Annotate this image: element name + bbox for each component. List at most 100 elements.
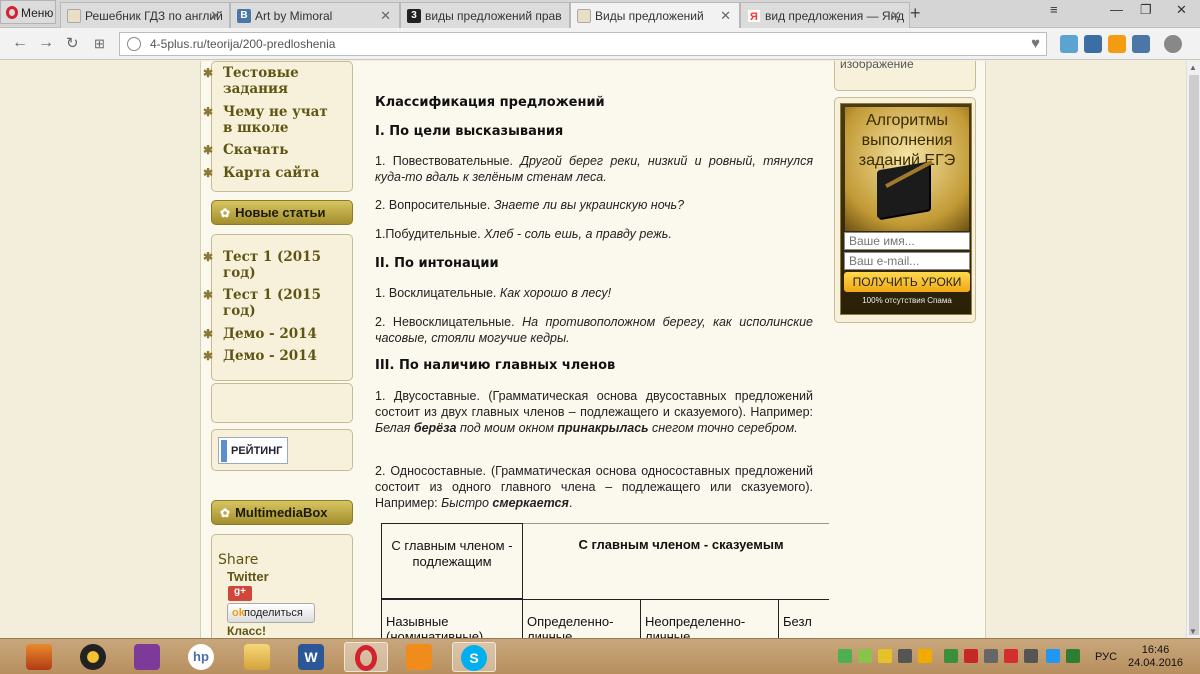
tab-art-by-mimoral[interactable]: B Art by Mimoral ✕ — [230, 2, 400, 28]
skype-icon[interactable]: S — [452, 642, 496, 672]
example: Хлеб - соль ешь, а правду режь. — [484, 227, 672, 241]
site-favicon-icon: 3 — [407, 9, 421, 23]
section-heading: III. По наличию главных членов — [375, 358, 616, 373]
item-label: 1.Побудительные. — [375, 227, 481, 241]
table-cell: Определенно-личные — [523, 599, 641, 638]
file-explorer-icon[interactable] — [236, 642, 280, 672]
share-button-label: поделиться — [244, 607, 303, 619]
odnoklassniki-icon: ok — [232, 607, 245, 619]
url-field[interactable]: 4-5plus.ru/teorija/200-predloshenia ♥ — [119, 32, 1047, 56]
back-icon[interactable]: ← — [12, 34, 28, 52]
paragraph: 2. Односоставные. (Грамматическая основа… — [375, 463, 813, 511]
scroll-down-icon[interactable]: ▼ — [1189, 627, 1197, 636]
odnoklassniki-extension-icon[interactable] — [1108, 35, 1126, 53]
sidebar-item-tests[interactable]: Тестовые задания — [203, 65, 313, 97]
lock-tray-icon[interactable] — [878, 649, 892, 663]
rating-counter[interactable]: РЕЙТИНГ — [218, 437, 288, 464]
scroll-up-icon[interactable]: ▲ — [1189, 63, 1197, 72]
remote-desktop-icon[interactable] — [126, 642, 170, 672]
maximize-icon[interactable]: ❐ — [1140, 2, 1152, 18]
opera-taskbar-icon[interactable] — [344, 642, 388, 672]
menu-label: Меню — [21, 6, 54, 20]
item-label: 1. Восклицательные. — [375, 286, 497, 300]
clock-date: 24.04.2016 — [1128, 657, 1184, 669]
clock-time: 16:46 — [1141, 644, 1170, 656]
page-scrollbar[interactable]: ▲ ▼ — [1186, 61, 1200, 638]
tab-title: Виды предложений — [595, 9, 704, 23]
minimize-icon[interactable]: — — [1110, 2, 1123, 17]
word-icon[interactable]: W — [290, 642, 334, 672]
scrollbar-thumb[interactable] — [1189, 75, 1199, 635]
section-heading: II. По интонации — [375, 256, 499, 271]
right-top-text: изображение — [840, 61, 914, 71]
example: под моим окном — [459, 421, 554, 435]
hp-icon[interactable]: hp — [180, 642, 224, 672]
sidebar-item-download[interactable]: Скачать — [203, 142, 288, 158]
reload-icon[interactable]: ↻ — [66, 34, 79, 52]
volume-tray-icon[interactable] — [1024, 649, 1038, 663]
tab-reshebnik[interactable]: Решебник ГДЗ по англий ✕ — [60, 2, 230, 28]
opera-menu-button[interactable]: Меню — [0, 0, 56, 24]
notification-tray-icon[interactable] — [984, 649, 998, 663]
download-tray-icon[interactable] — [838, 649, 852, 663]
video-player-icon[interactable] — [398, 642, 442, 672]
article-link[interactable]: Демо - 2014 — [203, 326, 317, 342]
twitter-link[interactable]: Twitter — [227, 569, 269, 584]
share-button[interactable]: ok поделиться — [227, 603, 315, 623]
new-articles-header[interactable]: Новые статьи — [211, 200, 353, 225]
antivirus-tray-icon[interactable] — [1066, 649, 1080, 663]
vk-extension-icon[interactable] — [1060, 35, 1078, 53]
article-link[interactable]: Тест 1 (2015 год) — [203, 287, 323, 319]
forward-icon[interactable]: → — [38, 34, 54, 52]
example: Быстро — [441, 496, 489, 510]
start-app-icon[interactable] — [18, 642, 62, 672]
close-icon[interactable]: ✕ — [890, 8, 901, 24]
classmates-link[interactable]: Класс! — [227, 624, 266, 638]
address-bar: ← → ↻ ⊞ 4-5plus.ru/teorija/200-predloshe… — [0, 28, 1200, 60]
snowflake-tray-icon[interactable] — [1046, 649, 1060, 663]
tab-title: вид предложения — Янд — [765, 9, 905, 23]
tab-vidy-predlozheniy-prav[interactable]: 3 виды предложений прав — [400, 2, 570, 28]
article-link[interactable]: Демо - 2014 — [203, 348, 317, 364]
google-plus-icon[interactable]: g+ — [228, 586, 252, 601]
network-error-tray-icon[interactable] — [964, 649, 978, 663]
security-icon — [127, 37, 141, 51]
folder-tray-icon[interactable] — [918, 649, 932, 663]
table-cell: Назывные (номинативные) — [381, 599, 523, 638]
close-icon[interactable]: ✕ — [210, 8, 221, 24]
vk-share-extension-icon[interactable] — [1132, 35, 1150, 53]
example-subject: берёза — [413, 421, 457, 435]
language-indicator[interactable]: РУС — [1095, 651, 1117, 663]
system-clock[interactable]: 16:46 24.04.2016 — [1128, 644, 1183, 670]
rating-label: РЕЙТИНГ — [231, 445, 283, 457]
windows-taskbar: hp W S — [0, 638, 1200, 674]
get-lessons-button[interactable]: ПОЛУЧИТЬ УРОКИ — [844, 272, 970, 292]
media-player-icon[interactable] — [72, 642, 116, 672]
article-link[interactable]: Тест 1 (2015 год) — [203, 249, 323, 281]
speed-dial-icon[interactable]: ⊞ — [94, 36, 105, 52]
eye-extension-icon[interactable] — [1084, 35, 1102, 53]
name-field[interactable] — [844, 232, 970, 250]
opera-sync-icon[interactable] — [1164, 35, 1182, 53]
sidebar-item-sitemap[interactable]: Карта сайта — [203, 165, 319, 181]
bookmark-heart-icon[interactable]: ♥ — [1031, 35, 1040, 52]
window-close-icon[interactable]: ✕ — [1176, 2, 1187, 18]
multimedia-box-header[interactable]: MultimediaBox — [211, 500, 353, 525]
tabs-menu-icon[interactable]: ≡ — [1050, 2, 1058, 17]
sidebar-item-not-taught[interactable]: Чему не учат в школе — [203, 104, 333, 136]
tab-vidy-predlozheniy-active[interactable]: Виды предложений ✕ — [570, 2, 740, 29]
security-tray-icon[interactable] — [898, 649, 912, 663]
sentence-types-table: С главным членом - подлежащим С главным … — [381, 523, 829, 638]
close-icon[interactable]: ✕ — [380, 8, 391, 24]
battery-tray-icon[interactable] — [1004, 649, 1018, 663]
tab-yandex-search[interactable]: Я вид предложения — Янд ✕ — [740, 2, 910, 28]
web-page: Тестовые задания Чему не учат в школе Ск… — [0, 61, 1186, 638]
email-field[interactable] — [844, 252, 970, 270]
subscription-widget: Алгоритмы выполнения заданий ЕГЭ ПОЛУЧИТ… — [840, 103, 972, 315]
new-tab-button[interactable]: + — [910, 3, 921, 24]
sync-tray-icon[interactable] — [858, 649, 872, 663]
close-icon[interactable]: ✕ — [720, 8, 731, 24]
paragraph: 1. Двусоставные. (Грамматическая основа … — [375, 388, 813, 436]
example-predicate: принакрылась — [557, 421, 649, 435]
update-tray-icon[interactable] — [944, 649, 958, 663]
